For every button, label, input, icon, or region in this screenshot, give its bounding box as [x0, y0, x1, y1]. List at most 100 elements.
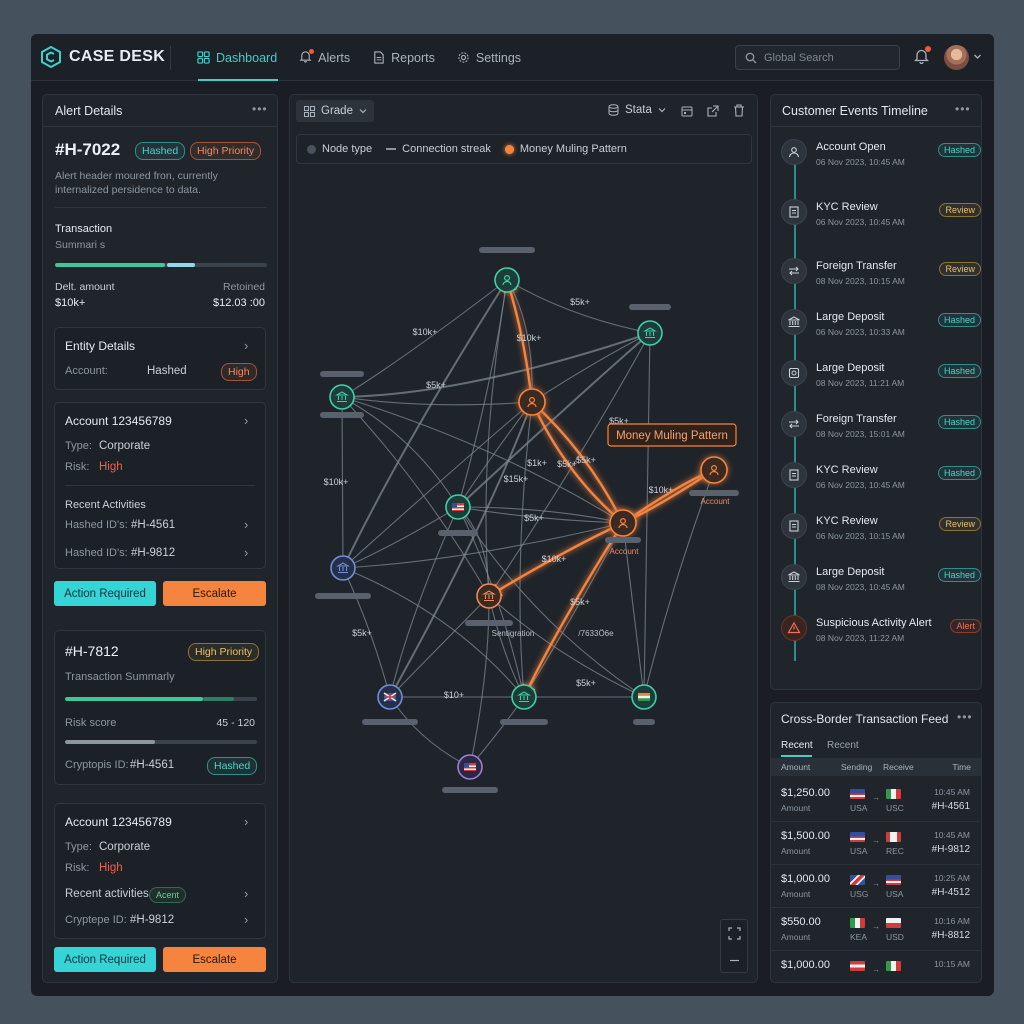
network-graph-panel: Grade Stata Node type Connection streak … [289, 94, 758, 983]
account-card: Account 123456789 › Type: Corporate Risk… [54, 402, 266, 569]
edge-value-label: $5k+ [576, 678, 596, 688]
column-header: Time [952, 762, 971, 772]
global-search[interactable] [735, 45, 900, 70]
nav-alerts[interactable]: Alerts [288, 34, 361, 81]
feed-time: 10:15 AM [934, 959, 970, 969]
user-node-icon[interactable] [494, 267, 520, 293]
timeline-event[interactable]: KYC Review 06 Nov 2023, 10:45 AM Hashed [781, 462, 981, 492]
event-date: 08 Nov 2023, 11:21 AM [816, 378, 905, 388]
account-node-icon[interactable] [700, 456, 728, 484]
bank-node-icon[interactable] [329, 384, 355, 410]
action-required-button[interactable]: Action Required [54, 947, 156, 972]
timeline-event[interactable]: Account Open 06 Nov 2023, 10:45 AM Hashed [781, 139, 981, 169]
notifications-button[interactable] [913, 46, 931, 69]
feed-row[interactable]: $550.00 Amount KEA → USD 10:16 AM #H-8812 [771, 908, 980, 951]
bank-node-icon[interactable] [637, 320, 663, 346]
feed-id: #H-8812 [931, 930, 970, 941]
crypto-id-label: Cryptepe ID: [65, 914, 127, 926]
timeline-event[interactable]: Foreign Transfer 08 Nov 2023, 15:01 AM Has… [781, 411, 981, 441]
nav-settings[interactable]: Settings [446, 34, 532, 81]
sending-flag-icon [850, 918, 865, 928]
receive-country: USA [886, 889, 904, 899]
timeline-event[interactable]: Large Deposit 06 Nov 2023, 10:33 AM Hashed [781, 309, 981, 339]
chevron-right-icon[interactable]: › [244, 814, 248, 829]
timeline-event[interactable]: Suspicious Activity Alert 08 Nov 2023, 11… [781, 615, 981, 645]
timeline-event[interactable]: Foreign Transfer 08 Nov 2023, 10:15 AM Rev… [781, 258, 981, 288]
bank-node-icon[interactable] [511, 684, 537, 710]
document-icon [781, 513, 807, 539]
tab-recent[interactable]: Recent [781, 740, 813, 751]
fullscreen-icon[interactable] [728, 927, 741, 940]
node-label-placeholder [500, 719, 548, 725]
alert-id: #H-7022 [55, 140, 121, 159]
graph-edge [640, 332, 651, 699]
bank-node-icon[interactable] [330, 555, 356, 581]
event-date: 08 Nov 2023, 15:01 AM [816, 429, 905, 439]
timeline-event[interactable]: KYC Review 06 Nov 2023, 10:15 AM Review [781, 513, 981, 543]
edge-value-label: $10k+ [413, 327, 438, 337]
transaction-label: Transaction [55, 223, 113, 235]
chevron-right-icon[interactable]: › [244, 413, 248, 428]
notification-dot [925, 46, 931, 52]
priority-badge: High Priority [190, 142, 262, 160]
feed-row[interactable]: $1,500.00 Amount USA → REC 10:45 AM #H-9812 [771, 822, 980, 865]
zoom-out-icon[interactable] [728, 954, 741, 967]
account-node-icon[interactable] [609, 509, 637, 537]
event-title: KYC Review [816, 515, 878, 527]
chevron-right-icon[interactable]: › [244, 886, 248, 901]
recent-activities-label: Recent Activities [65, 499, 146, 511]
nav-reports[interactable]: Reports [361, 34, 446, 81]
nav-dashboard[interactable]: Dashboard [186, 34, 288, 81]
column-header: Receive [883, 762, 914, 772]
graph-edge [341, 396, 534, 406]
nav-dashboard-label: Dashboard [216, 50, 278, 65]
search-input[interactable] [764, 51, 894, 64]
entity-details-card[interactable]: Entity Details › Account: Hashed High [54, 327, 266, 390]
escalate-button[interactable]: Escalate [163, 581, 266, 606]
panel-title: Customer Events Timeline [782, 104, 928, 118]
more-menu-icon[interactable]: ••• [957, 710, 973, 724]
receive-country: USC [886, 803, 904, 813]
us-flag-node-icon[interactable] [445, 494, 471, 520]
action-required-button[interactable]: Action Required [54, 581, 156, 606]
tab-recent-2[interactable]: Recent [827, 740, 859, 751]
graph-edge [519, 401, 533, 699]
feed-row[interactable]: $1,250.00 Amount USA → USC 10:45 AM #H-4561 [771, 779, 980, 822]
timeline-event[interactable]: KYC Review 06 Nov 2023, 10:45 AM Review [781, 199, 981, 229]
activity-row-label: Hashed ID's: [65, 519, 128, 531]
node-label-placeholder [320, 412, 364, 418]
sending-flag-icon [850, 875, 865, 885]
callout-label: Money Muling Pattern [616, 430, 728, 442]
crypto-id-value: #H-9812 [130, 914, 175, 926]
user-avatar[interactable] [944, 45, 969, 70]
india-flag-node-icon[interactable] [631, 684, 657, 710]
edge-value-label: $10k+ [649, 485, 674, 495]
feed-row[interactable]: $1,000.00 Amount USG → USA 10:25 AM #H-4512 [771, 865, 980, 908]
timeline-event[interactable]: Large Deposit 08 Nov 2023, 11:21 AM Hashed [781, 360, 981, 390]
money-muling-callout[interactable]: Money Muling Pattern [607, 423, 737, 447]
escalate-button[interactable]: Escalate [163, 947, 266, 972]
app-logo[interactable]: CASE DESK [41, 46, 165, 68]
network-graph[interactable]: Account Account Sentigration/7633Ö6e $10k+ $… [290, 95, 759, 984]
event-title: Account Open [816, 141, 886, 153]
us-flag-node-icon[interactable] [457, 754, 483, 780]
chevron-down-icon[interactable] [973, 52, 982, 61]
account-node-icon[interactable] [518, 388, 546, 416]
alert-description: Alert header moured fron, currently inte… [55, 170, 218, 196]
arrow-icon: → [872, 922, 880, 931]
node-label: Sentigration [492, 629, 535, 638]
risk-label: Risk: [65, 461, 90, 473]
chevron-right-icon[interactable]: › [244, 912, 248, 927]
bank-node-icon[interactable] [476, 583, 502, 609]
alert-summary-card: #H-7812 High Priority Transaction Summar… [54, 630, 266, 785]
chevron-right-icon[interactable]: › [244, 517, 248, 532]
more-menu-icon[interactable]: ••• [252, 102, 268, 116]
delta-label: Delt. amount [55, 281, 115, 293]
event-title: Large Deposit [816, 566, 885, 578]
chevron-right-icon[interactable]: › [244, 545, 248, 560]
timeline-event[interactable]: Large Deposit 08 Nov 2023, 10:45 AM Hashed [781, 564, 981, 594]
uk-flag-node-icon[interactable] [377, 684, 403, 710]
more-menu-icon[interactable]: ••• [955, 102, 971, 116]
chevron-right-icon[interactable]: › [244, 338, 248, 353]
feed-row[interactable]: $1,000.00 → 10:15 AM [771, 951, 980, 994]
